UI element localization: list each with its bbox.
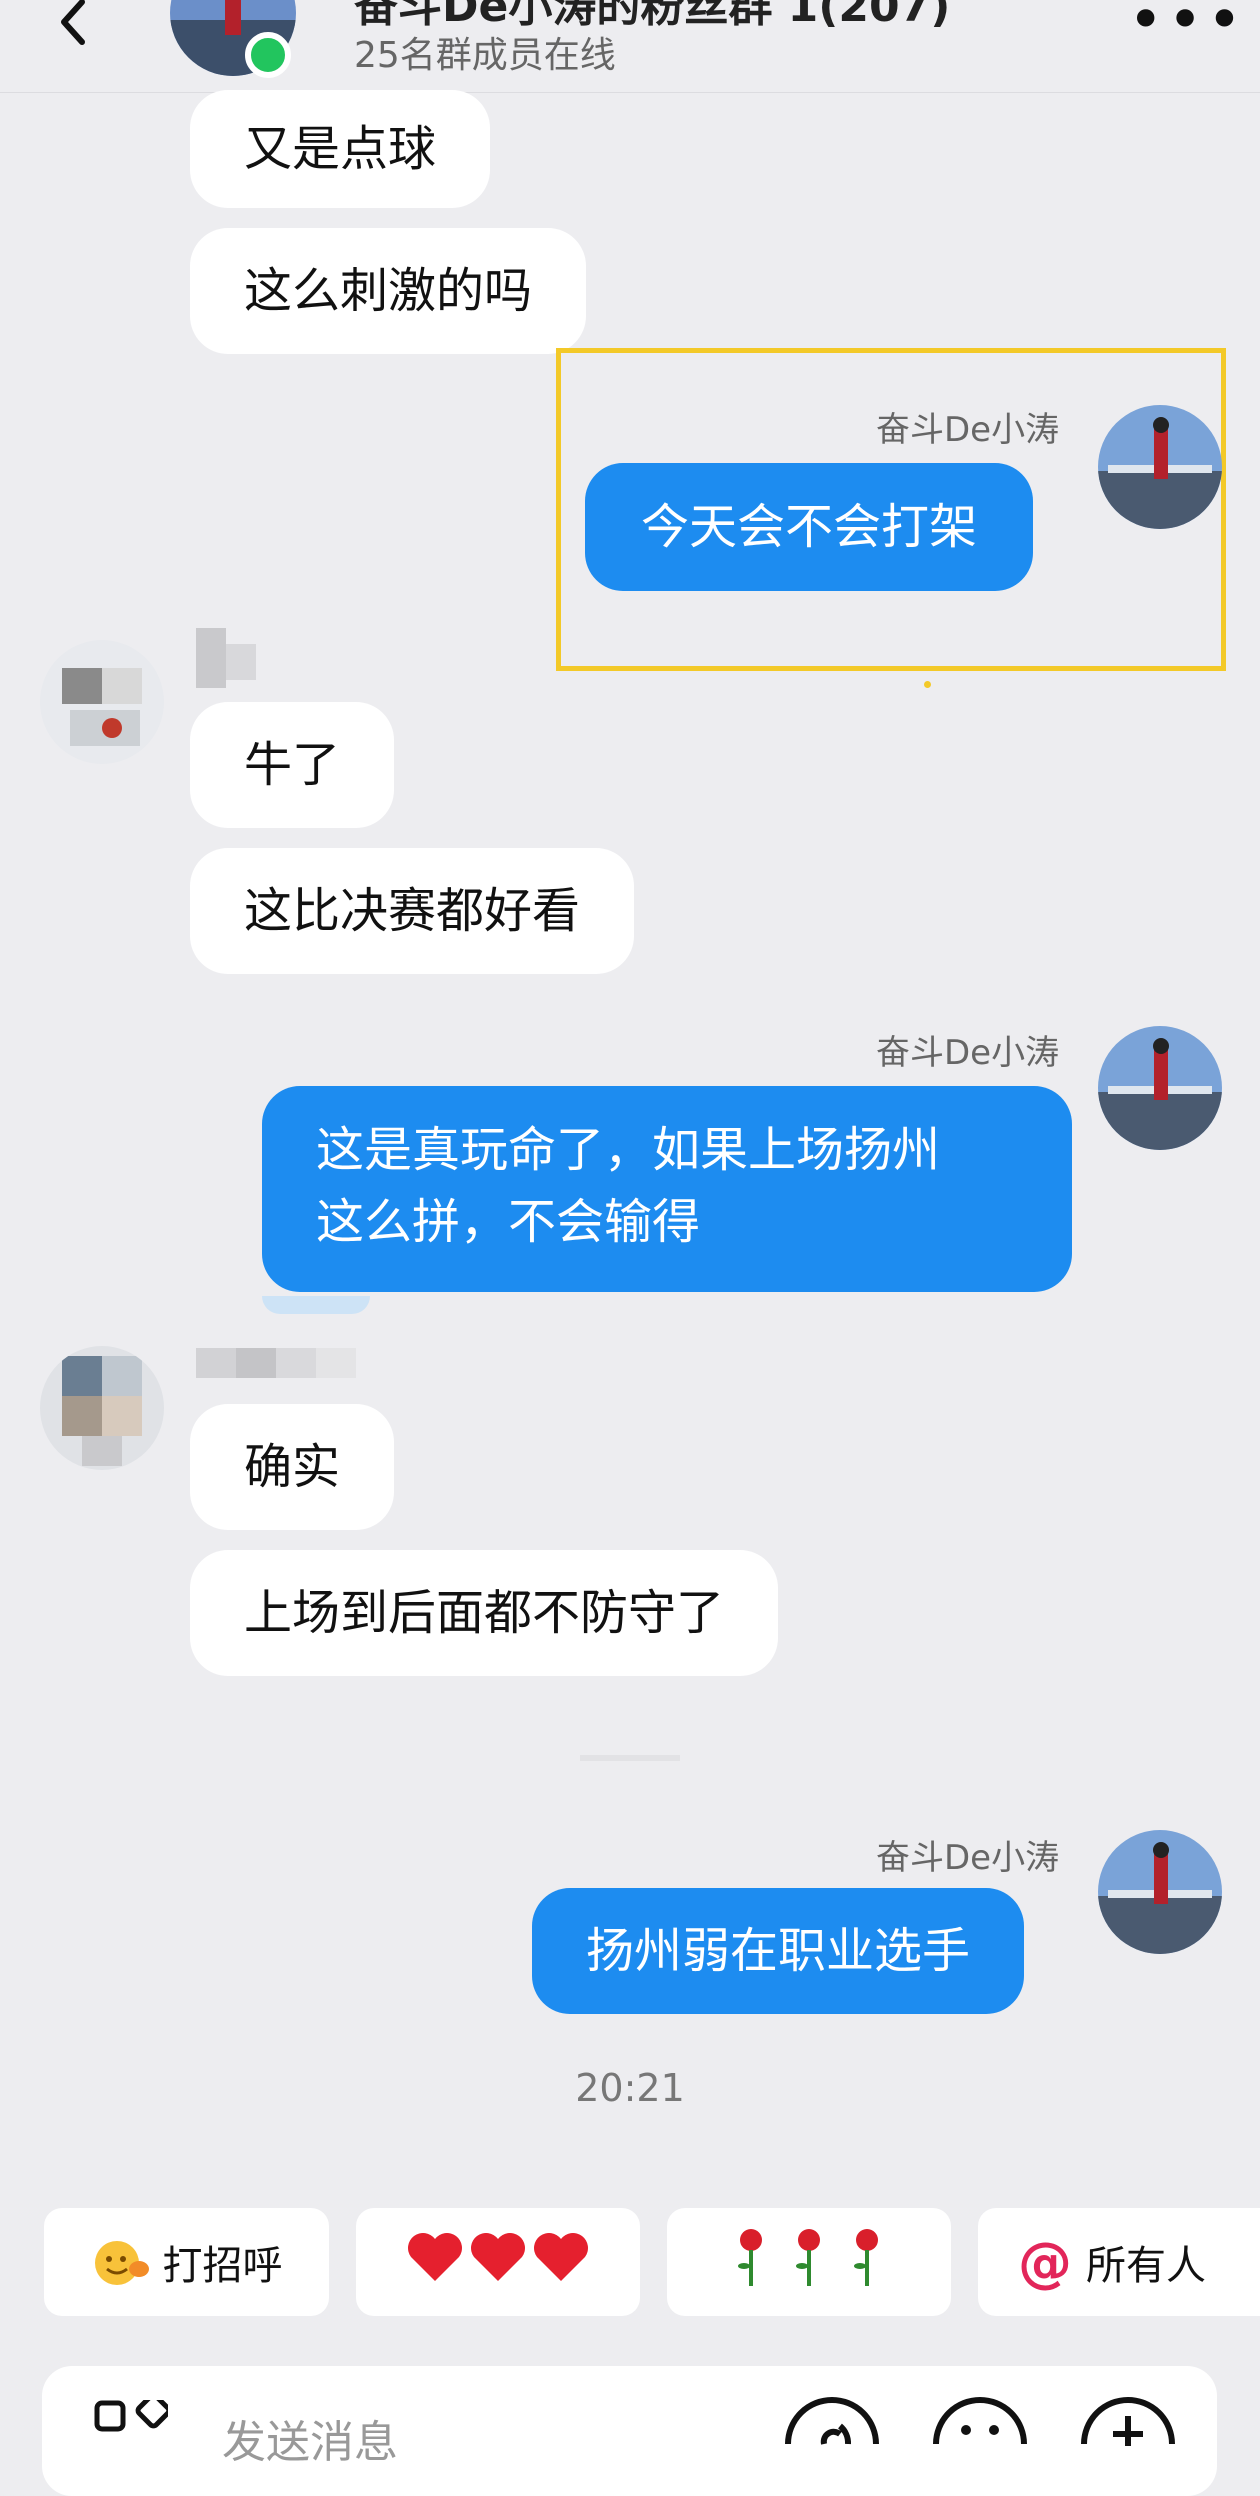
message-bubble[interactable]: 这是真玩命了，如果上场扬州 这么拼，不会输得 — [262, 1086, 1072, 1292]
message-input-bar[interactable] — [42, 2366, 1217, 2496]
message-bubble[interactable]: 上场到后面都不防守了 — [190, 1550, 779, 1676]
online-status-dot — [245, 32, 291, 78]
sender-name: 奋斗De小涛 — [876, 1838, 1060, 1878]
online-count: 25名群成员在线 — [354, 35, 616, 76]
message-line: 这么拼，不会输得 — [316, 1194, 701, 1250]
back-chevron-icon[interactable] — [52, 0, 112, 60]
quick-reply-greet[interactable]: 打招呼 — [44, 2208, 329, 2316]
chat-header: 奋斗De小涛的粉丝群 1(207) 25名群成员在线 ••• — [0, 0, 1260, 93]
message-input[interactable]: 发送消息 — [222, 2406, 398, 2470]
message-bubble[interactable]: 确实 — [190, 1404, 395, 1530]
scroll-hint — [262, 1296, 370, 1314]
apps-icon[interactable] — [94, 2392, 172, 2446]
highlight-dot — [924, 681, 931, 688]
message-bubble[interactable]: 这比决赛都好看 — [190, 848, 635, 974]
sender-name: 奋斗De小涛 — [876, 1033, 1060, 1073]
emoji-icon[interactable] — [932, 2390, 1028, 2446]
message-bubble[interactable]: 牛了 — [190, 702, 395, 828]
message-bubble[interactable]: 扬州弱在职业选手 — [532, 1888, 1025, 2014]
member-name-blurred — [196, 628, 262, 688]
message-line: 这是真玩命了，如果上场扬州 — [316, 1122, 941, 1178]
message-bubble[interactable]: 这么刺激的吗 — [190, 228, 587, 354]
three-hearts-icon — [403, 2227, 593, 2297]
at-sign-icon: @ — [1018, 2230, 1072, 2294]
quick-reply-hearts[interactable] — [356, 2208, 640, 2316]
message-bubble[interactable]: 又是点球 — [190, 90, 491, 208]
sender-avatar[interactable] — [1098, 405, 1222, 529]
sender-avatar[interactable] — [1098, 1830, 1222, 1954]
smiley-wave-icon — [91, 2237, 149, 2287]
divider-blurred — [580, 1755, 680, 1761]
member-avatar[interactable] — [40, 640, 164, 764]
member-avatar[interactable] — [40, 1346, 164, 1470]
quick-reply-everyone[interactable]: @ 所有人 — [978, 2208, 1260, 2316]
sender-avatar[interactable] — [1098, 1026, 1222, 1150]
member-name-blurred — [196, 1348, 360, 1378]
timestamp: 20:21 — [575, 2066, 685, 2110]
three-roses-icon — [729, 2226, 889, 2298]
plus-icon[interactable] — [1080, 2390, 1176, 2446]
quick-reply-label: 打招呼 — [162, 2243, 283, 2289]
message-bubble[interactable]: 今天会不会打架 — [585, 463, 1034, 591]
quick-reply-label: 所有人 — [1086, 2243, 1206, 2289]
voice-icon[interactable] — [784, 2390, 880, 2446]
quick-reply-roses[interactable] — [667, 2208, 951, 2316]
sender-name: 奋斗De小涛 — [876, 410, 1060, 450]
more-dots-icon[interactable]: ••• — [1128, 0, 1246, 50]
